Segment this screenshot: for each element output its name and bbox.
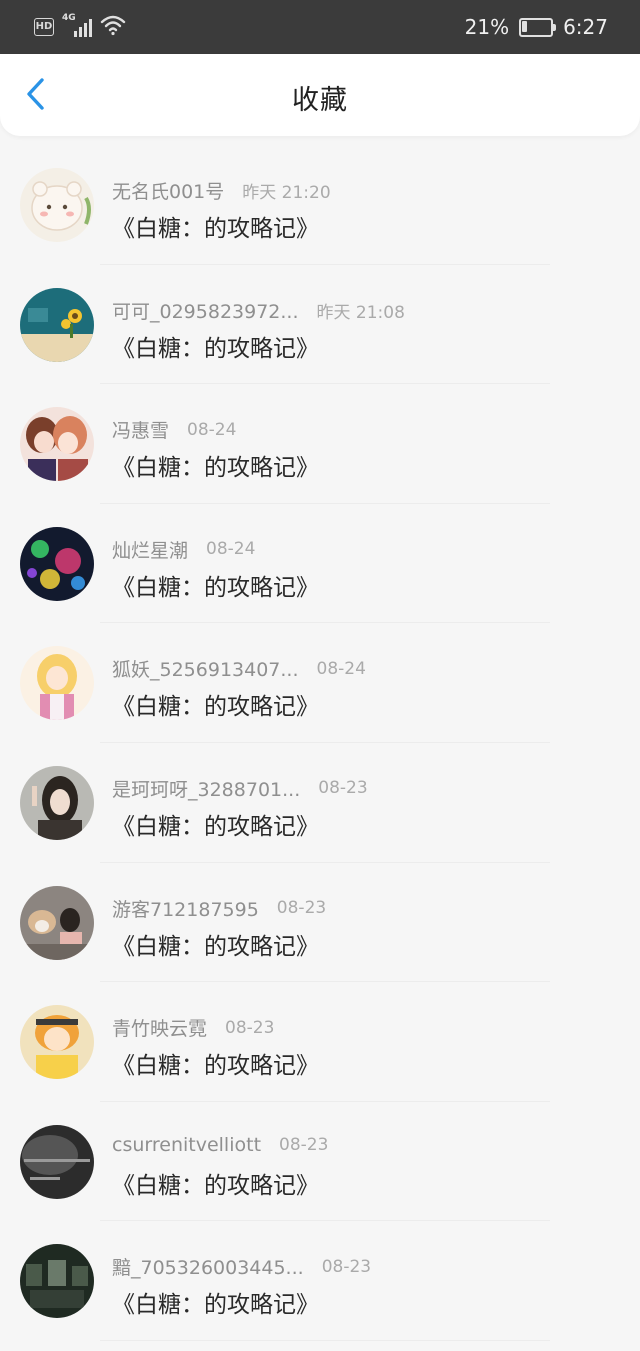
book-title: 《白糖：的攻略记》 bbox=[112, 574, 319, 601]
list-item[interactable]: 可可_0295823972... 昨天 21:08 《白糖：的攻略记》 bbox=[0, 265, 640, 385]
avatar bbox=[20, 765, 94, 840]
avatar bbox=[20, 168, 94, 242]
item-meta: 黯_705326003445... 08-23 bbox=[112, 1253, 371, 1280]
list-item[interactable]: 是珂珂呀_3288701... 08-23 《白糖：的攻略记》 bbox=[0, 743, 640, 863]
timestamp: 08-24 bbox=[316, 658, 366, 679]
timestamp: 08-23 bbox=[321, 1256, 372, 1277]
item-meta: 狐妖_5256913407... 08-24 bbox=[112, 655, 366, 682]
avatar bbox=[20, 1244, 94, 1319]
user-name: 青竹映云霓 bbox=[112, 1018, 208, 1041]
item-meta: csurrenitvelliott 08-23 bbox=[112, 1134, 328, 1156]
battery-percent: 21% bbox=[464, 15, 510, 39]
network-type-label: 4G bbox=[62, 13, 76, 23]
item-meta: 是珂珂呀_3288701... 08-23 bbox=[112, 775, 368, 802]
book-title: 《白糖：的攻略记》 bbox=[112, 694, 319, 721]
list-item[interactable]: 青竹映云霓 08-23 《白糖：的攻略记》 bbox=[0, 982, 640, 1102]
user-name: 灿烂星潮 bbox=[112, 539, 189, 562]
clock: 6:27 bbox=[563, 15, 608, 39]
page-header: 收藏 bbox=[0, 54, 640, 136]
timestamp: 昨天 21:20 bbox=[242, 183, 331, 203]
hd-badge: HD bbox=[34, 18, 54, 36]
user-name: 狐妖_5256913407... bbox=[112, 659, 299, 682]
item-meta: 冯惠雪 08-24 bbox=[112, 416, 236, 443]
status-left: HD 4G bbox=[34, 13, 126, 41]
signal-icon: 4G bbox=[62, 13, 92, 38]
timestamp: 08-23 bbox=[276, 898, 327, 919]
page-title: 收藏 bbox=[292, 85, 348, 116]
avatar bbox=[20, 1005, 94, 1080]
timestamp: 08-24 bbox=[206, 539, 256, 560]
book-title: 《白糖：的攻略记》 bbox=[112, 1172, 319, 1199]
list-item[interactable]: 灿烂星潮 08-24 《白糖：的攻略记》 bbox=[0, 504, 640, 624]
timestamp: 08-23 bbox=[225, 1017, 275, 1038]
user-name: 无名氏001号 bbox=[112, 181, 225, 203]
book-title: 《白糖：的攻略记》 bbox=[112, 455, 319, 482]
battery-fill bbox=[522, 20, 528, 32]
avatar bbox=[20, 885, 94, 960]
timestamp: 08-23 bbox=[318, 778, 368, 799]
book-title: 《白糖：的攻略记》 bbox=[112, 933, 319, 960]
user-name: 黯_705326003445... bbox=[112, 1257, 304, 1280]
item-meta: 青竹映云霓 08-23 bbox=[112, 1014, 274, 1041]
avatar bbox=[20, 287, 94, 362]
timestamp: 昨天 21:08 bbox=[316, 302, 405, 323]
timestamp: 08-23 bbox=[279, 1134, 329, 1155]
avatar bbox=[20, 526, 94, 601]
list-item[interactable]: csurrenitvelliott 08-23 《白糖：的攻略记》 bbox=[0, 1102, 640, 1222]
list-item[interactable]: 游客712187595 08-23 《白糖：的攻略记》 bbox=[0, 863, 640, 983]
user-name: 可可_0295823972... bbox=[112, 300, 299, 323]
list-item[interactable]: 狐妖_5256913407... 08-24 《白糖：的攻略记》 bbox=[0, 623, 640, 743]
favorites-list: 无名氏001号 昨天 21:20 《白糖：的攻略记》 可可_0295823972… bbox=[0, 145, 640, 1341]
avatar bbox=[20, 646, 94, 721]
item-meta: 可可_0295823972... 昨天 21:08 bbox=[112, 297, 405, 324]
avatar bbox=[20, 407, 94, 482]
list-item[interactable]: 黯_705326003445... 08-23 《白糖：的攻略记》 bbox=[0, 1221, 640, 1341]
book-title: 《白糖：的攻略记》 bbox=[112, 335, 319, 362]
user-name: 游客712187595 bbox=[112, 898, 259, 921]
wifi-icon bbox=[100, 14, 126, 40]
item-meta: 灿烂星潮 08-24 bbox=[112, 536, 255, 563]
user-name: 冯惠雪 bbox=[112, 420, 170, 443]
item-meta: 无名氏001号 昨天 21:20 bbox=[112, 177, 331, 204]
battery-icon bbox=[519, 17, 557, 37]
book-title: 《白糖：的攻略记》 bbox=[112, 216, 319, 242]
status-bar: HD 4G 21% 6:27 bbox=[0, 0, 640, 54]
avatar bbox=[20, 1124, 94, 1199]
item-meta: 游客712187595 08-23 bbox=[112, 895, 326, 922]
list-item[interactable]: 冯惠雪 08-24 《白糖：的攻略记》 bbox=[0, 384, 640, 504]
timestamp: 08-24 bbox=[187, 419, 237, 440]
list-item[interactable]: 无名氏001号 昨天 21:20 《白糖：的攻略记》 bbox=[0, 145, 640, 265]
user-name: csurrenitvelliott bbox=[112, 1133, 262, 1156]
status-right: 21% 6:27 bbox=[465, 12, 608, 42]
book-title: 《白糖：的攻略记》 bbox=[112, 1292, 319, 1319]
user-name: 是珂珂呀_3288701... bbox=[112, 778, 301, 801]
book-title: 《白糖：的攻略记》 bbox=[112, 813, 319, 840]
book-title: 《白糖：的攻略记》 bbox=[112, 1053, 319, 1080]
